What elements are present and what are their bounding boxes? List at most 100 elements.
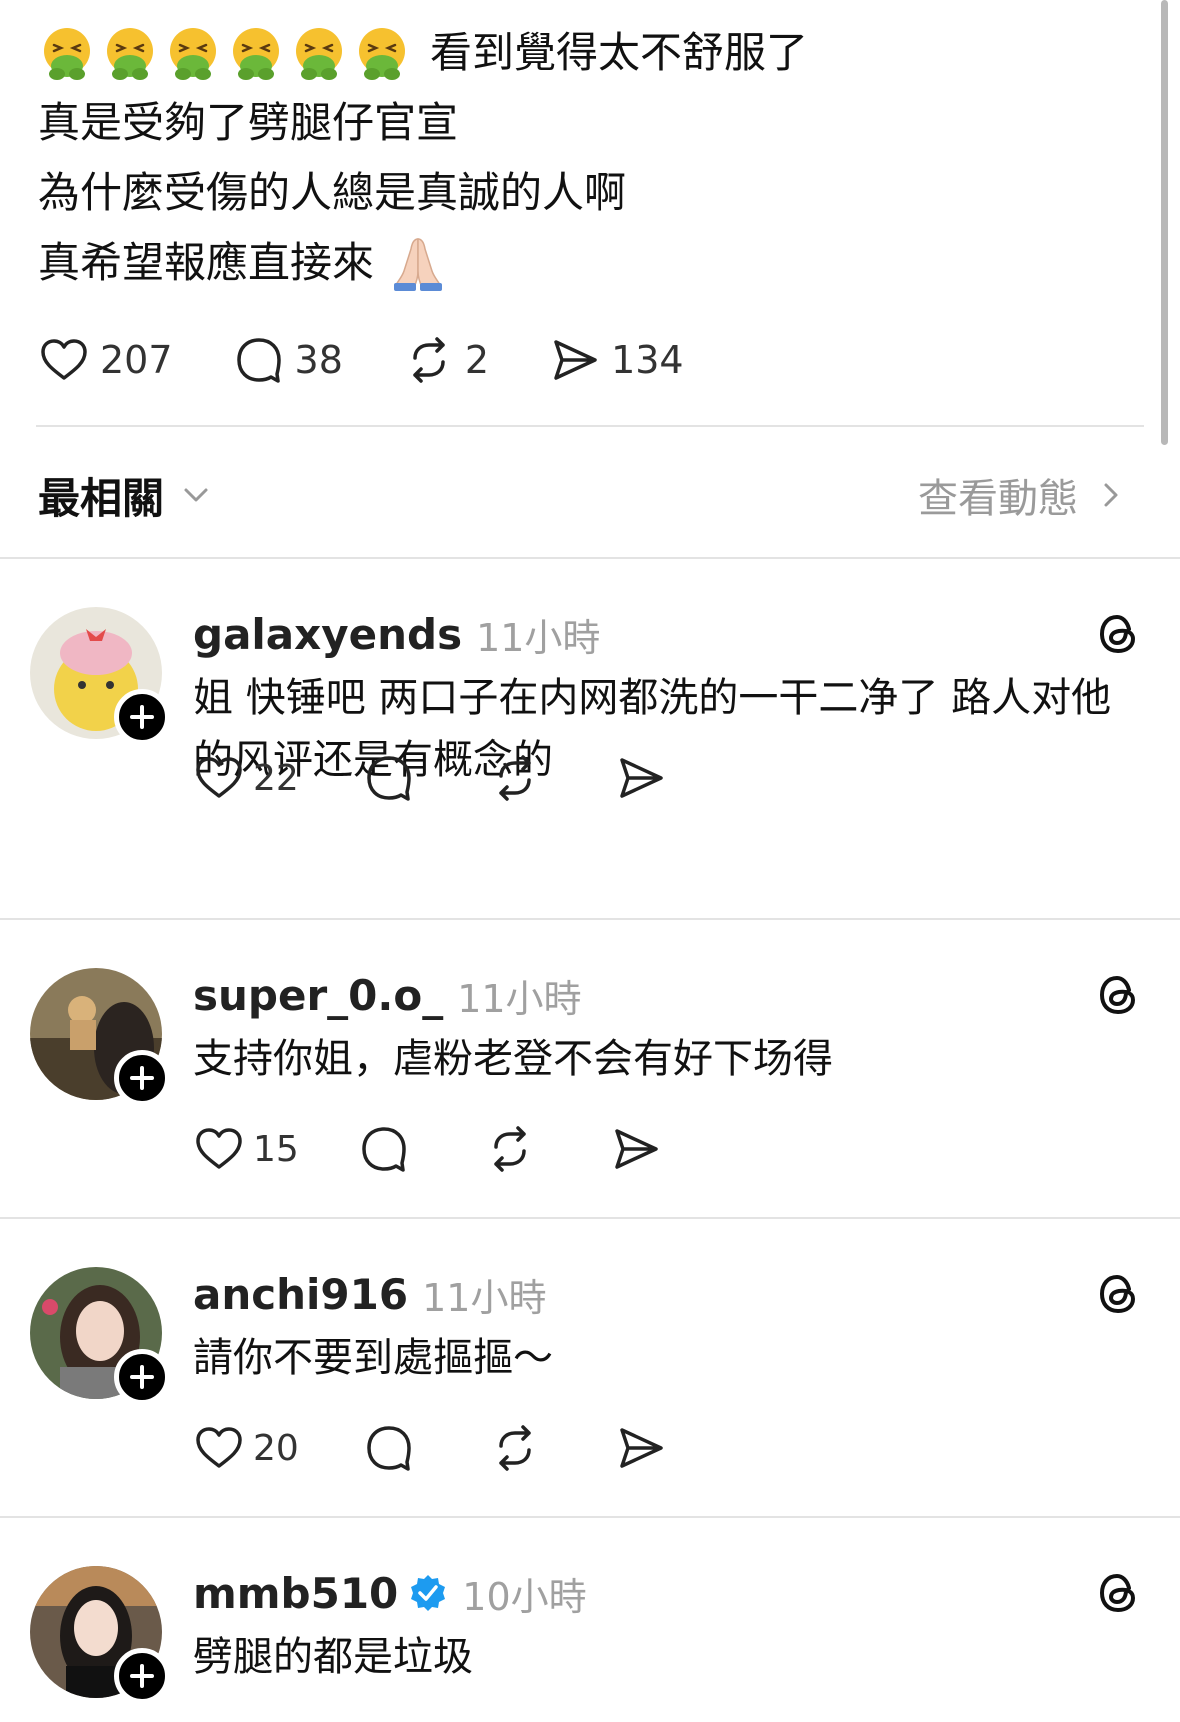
comment-bubble-icon — [362, 1127, 406, 1172]
comment-reply-button[interactable] — [363, 1422, 489, 1474]
repost-icon — [494, 1126, 526, 1172]
comment-bubble-icon — [367, 756, 411, 801]
threads-logo-icon[interactable] — [1093, 1568, 1143, 1618]
post-line-1: 看到覺得太不舒服了 — [38, 18, 1138, 88]
comment-like-count: 15 — [253, 1128, 299, 1170]
view-activity-label: 查看動態 — [918, 476, 1078, 522]
comment-reply-button[interactable] — [358, 1123, 484, 1175]
heart-icon — [196, 1128, 242, 1169]
repost-icon — [499, 1425, 531, 1471]
comment-item: anchi916 11小時 請你不要到處摳摳～ 20 — [0, 1267, 1180, 1507]
comment-like-count: 22 — [253, 757, 299, 799]
comment-divider — [0, 918, 1180, 920]
heart-icon — [196, 757, 242, 798]
comment-text: 支持你姐，虐粉老登不会有好下场得 — [193, 1036, 833, 1082]
verified-badge-icon — [411, 1575, 446, 1611]
nauseated-face-emoji-icon — [164, 24, 222, 82]
post-line-4: 真希望報應直接來 — [38, 228, 1138, 298]
post-share-count: 134 — [611, 338, 684, 382]
emoji-row — [38, 24, 416, 82]
comment-divider — [0, 1516, 1180, 1518]
comment-username[interactable]: galaxyends — [193, 610, 462, 659]
post-body: 看到覺得太不舒服了 真是受夠了劈腿仔官宣 為什麼受傷的人總是真誠的人啊 真希望報… — [38, 18, 1138, 298]
comment-actions: 20 — [193, 1418, 667, 1478]
sort-label: 最相關 — [38, 473, 165, 523]
folded-hands-emoji-icon — [388, 233, 448, 293]
chevron-right-icon — [1104, 483, 1118, 507]
post-like-count: 207 — [100, 338, 173, 382]
nauseated-face-emoji-icon — [353, 24, 411, 82]
comment-header: super_0.o_ 11小時 — [193, 970, 582, 1021]
post-line-3: 為什麼受傷的人總是真誠的人啊 — [38, 168, 627, 217]
comment-text: 劈腿的都是垃圾 — [193, 1634, 473, 1680]
follow-button[interactable] — [114, 1349, 170, 1405]
post-reply-button[interactable]: 38 — [233, 334, 343, 386]
comment-repost-button[interactable] — [489, 752, 615, 804]
plus-icon — [130, 705, 154, 729]
follow-button[interactable] — [114, 1050, 170, 1106]
post-share-button[interactable]: 134 — [549, 334, 684, 386]
threads-logo-icon[interactable] — [1093, 970, 1143, 1020]
repost-icon — [499, 755, 531, 801]
comment-repost-button[interactable] — [489, 1422, 615, 1474]
comment-like-button[interactable]: 15 — [193, 1123, 358, 1175]
sort-dropdown[interactable]: 最相關 — [38, 465, 214, 526]
plus-icon — [130, 1365, 154, 1389]
comment-bubble-icon — [236, 338, 281, 383]
comment-item: mmb510 10小時 劈腿的都是垃圾 — [0, 1566, 1180, 1722]
comment-actions: 22 — [193, 748, 667, 808]
comment-share-button[interactable] — [615, 1422, 667, 1474]
comment-item: galaxyends 11小時 姐 快锤吧 两口子在内网都洗的一干二净了 路人对… — [0, 607, 1180, 907]
comment-username[interactable]: mmb510 — [193, 1569, 398, 1618]
comment-time: 11小時 — [457, 976, 582, 1021]
comment-avatar-container — [30, 607, 170, 745]
nauseated-face-emoji-icon — [101, 24, 159, 82]
post-repost-count: 2 — [464, 338, 490, 382]
nauseated-face-emoji-icon — [227, 24, 285, 82]
threads-logo-icon[interactable] — [1093, 1269, 1143, 1319]
send-icon — [620, 758, 663, 798]
comment-actions: 15 — [193, 1119, 662, 1179]
comment-avatar-container — [30, 1566, 170, 1704]
comment-bubble-icon — [367, 1426, 411, 1471]
comment-like-button[interactable]: 22 — [193, 752, 363, 804]
plus-icon — [130, 1066, 154, 1090]
comment-like-button[interactable]: 20 — [193, 1422, 363, 1474]
comment-share-button[interactable] — [610, 1123, 662, 1175]
comment-avatar-container — [30, 968, 170, 1106]
post-text-line-4: 真希望報應直接來 — [38, 238, 375, 287]
comment-time: 11小時 — [422, 1275, 547, 1320]
comment-avatar-container — [30, 1267, 170, 1405]
follow-button[interactable] — [114, 689, 170, 745]
comment-username[interactable]: super_0.o_ — [193, 971, 443, 1020]
nauseated-face-emoji-icon — [38, 24, 96, 82]
post-like-button[interactable]: 207 — [38, 334, 173, 386]
chevron-down-icon — [184, 488, 208, 502]
comment-text: 請你不要到處摳摳～ — [193, 1335, 553, 1381]
comment-time: 10小時 — [462, 1574, 587, 1619]
plus-icon — [130, 1664, 154, 1688]
follow-button[interactable] — [114, 1648, 170, 1704]
threads-logo-icon[interactable] — [1093, 609, 1143, 659]
comment-time: 11小時 — [476, 615, 601, 660]
comment-like-count: 20 — [253, 1427, 299, 1469]
post-repost-button[interactable]: 2 — [403, 334, 489, 386]
comment-item: super_0.o_ 11小時 支持你姐，虐粉老登不会有好下场得 15 — [0, 968, 1180, 1208]
comment-header: mmb510 10小時 — [193, 1568, 587, 1619]
send-icon — [554, 340, 597, 380]
post-line-2: 真是受夠了劈腿仔官宣 — [38, 98, 459, 147]
scrollbar[interactable] — [1161, 0, 1168, 445]
post-text-line-1: 看到覺得太不舒服了 — [430, 28, 809, 77]
heart-icon — [196, 1427, 242, 1468]
post-divider — [36, 425, 1144, 427]
send-icon — [620, 1428, 663, 1468]
comment-username[interactable]: anchi916 — [193, 1270, 408, 1319]
comment-divider — [0, 1217, 1180, 1219]
view-activity-link[interactable]: 查看動態 — [918, 466, 1128, 524]
heart-icon — [41, 339, 87, 380]
comment-repost-button[interactable] — [484, 1123, 610, 1175]
comment-header: galaxyends 11小時 — [193, 609, 601, 660]
comment-reply-button[interactable] — [363, 752, 489, 804]
post-reply-count: 38 — [294, 338, 343, 382]
comment-share-button[interactable] — [615, 752, 667, 804]
